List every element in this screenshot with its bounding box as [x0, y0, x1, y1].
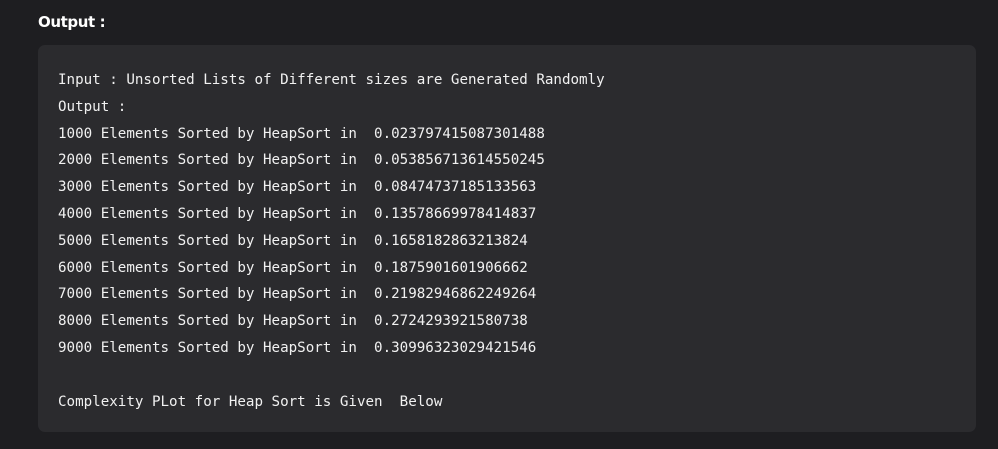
- code-line-result: 5000 Elements Sorted by HeapSort in 0.16…: [58, 232, 528, 249]
- code-line-result: 2000 Elements Sorted by HeapSort in 0.05…: [58, 152, 545, 169]
- code-line-blank: [58, 362, 976, 389]
- code-line-output-label: Output :: [58, 98, 127, 115]
- code-line-result: 3000 Elements Sorted by HeapSort in 0.08…: [58, 179, 537, 196]
- output-heading: Output :: [38, 13, 106, 31]
- code-line-complexity-note: Complexity PLot for Heap Sort is Given B…: [58, 393, 443, 410]
- code-line-result: 6000 Elements Sorted by HeapSort in 0.18…: [58, 259, 528, 276]
- code-lines: Input : Unsorted Lists of Different size…: [58, 67, 976, 415]
- code-line-input: Input : Unsorted Lists of Different size…: [58, 72, 605, 88]
- code-line-result: 4000 Elements Sorted by HeapSort in 0.13…: [58, 205, 537, 222]
- code-output-block: Input : Unsorted Lists of Different size…: [38, 45, 976, 432]
- code-line-result: 7000 Elements Sorted by HeapSort in 0.21…: [58, 286, 537, 303]
- code-line-result: 8000 Elements Sorted by HeapSort in 0.27…: [58, 313, 528, 330]
- code-line-result: 9000 Elements Sorted by HeapSort in 0.30…: [58, 339, 537, 356]
- code-line-result: 1000 Elements Sorted by HeapSort in 0.02…: [58, 125, 545, 142]
